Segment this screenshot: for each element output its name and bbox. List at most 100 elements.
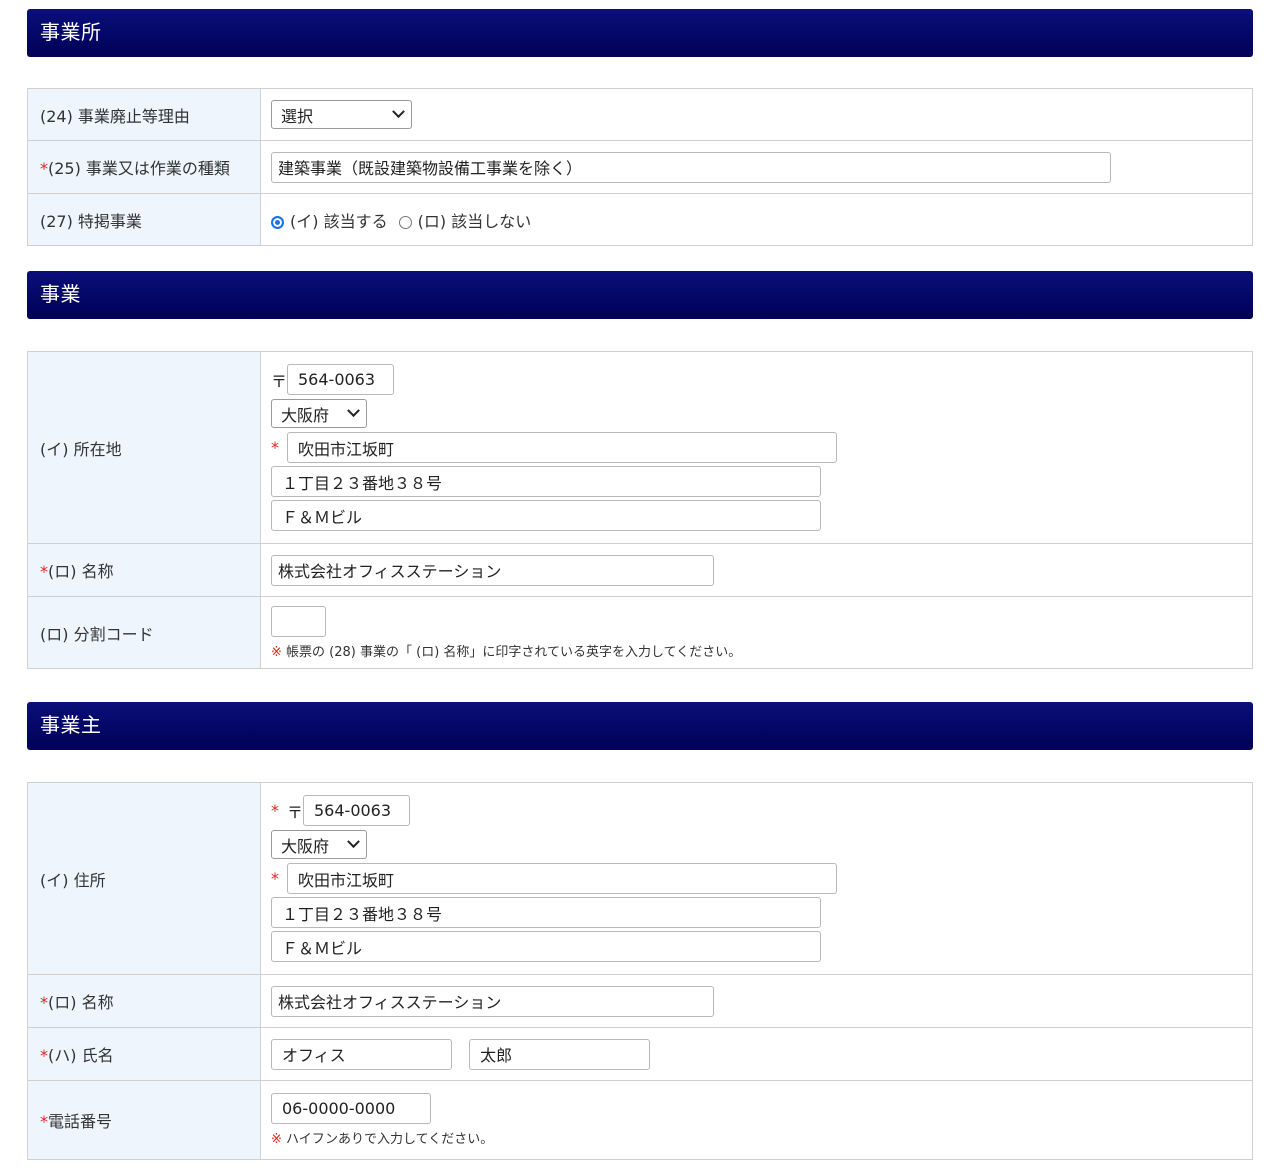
label-text: (ハ) 氏名 [48, 1046, 114, 1065]
label-location: (イ) 所在地 [27, 351, 261, 544]
note-text: 帳票の (28) 事業の「 (ロ) 名称」に印字されている英字を入力してください… [286, 644, 742, 660]
label-business-type: *(25) 事業又は作業の種類 [27, 140, 261, 194]
row-location: (イ) 所在地 〒 大阪府 * [27, 351, 1253, 544]
label-business-name: *(ロ) 名称 [27, 543, 261, 597]
address2-line [271, 499, 1252, 533]
value-special-business: (イ) 該当する (ロ) 該当しない [260, 193, 1253, 246]
city-line: * [271, 862, 1252, 896]
chevron-down-icon [347, 835, 360, 849]
label-owner-name: *(ロ) 名称 [27, 974, 261, 1028]
label-text: 電話番号 [48, 1112, 113, 1131]
row-owner-address: (イ) 住所 * 〒 大阪府 * [27, 782, 1253, 975]
chevron-down-icon [347, 404, 360, 418]
label-text: (24) 事業廃止等理由 [40, 106, 190, 126]
section-title: 事業所 [40, 20, 102, 44]
row-person-name: *(ハ) 氏名 [27, 1027, 1253, 1081]
note-text: ハイフンありで入力してください。 [286, 1132, 494, 1147]
label-division-code: (ロ) 分割コード [27, 596, 261, 669]
select-value: 選択 [281, 106, 314, 126]
prefecture-line: 大阪府 [271, 828, 1252, 862]
required-mark: * [40, 562, 48, 581]
radio-applicable[interactable] [271, 215, 284, 229]
section-header-office: 事業所 [27, 9, 1253, 57]
label-text: (イ) 住所 [40, 870, 106, 890]
row-special-business: (27) 特掲事業 (イ) 該当する (ロ) 該当しない [27, 193, 1253, 246]
radio-applicable-label[interactable]: (イ) 該当する [290, 212, 388, 231]
owner-name-input[interactable] [271, 985, 714, 1017]
row-phone: *電話番号 ※ ハイフンありで入力してください。 [27, 1080, 1253, 1160]
phone-note: ※ ハイフンありで入力してください。 [271, 1128, 1252, 1147]
label-owner-address: (イ) 住所 [27, 782, 261, 975]
required-mark: * [271, 869, 279, 888]
required-mark: * [271, 438, 279, 457]
business-address2-input[interactable] [271, 500, 821, 531]
owner-address1-input[interactable] [271, 897, 821, 928]
required-mark: * [40, 1112, 48, 1131]
value-phone: ※ ハイフンありで入力してください。 [260, 1080, 1253, 1160]
office-form-table: (24) 事業廃止等理由 選択 *(25) 事業又は作業の種類 (27) 特掲事… [27, 88, 1253, 246]
business-type-input[interactable] [271, 151, 1111, 183]
section-header-owner: 事業主 [27, 702, 1253, 750]
value-owner-address: * 〒 大阪府 * [260, 782, 1253, 975]
business-city-input[interactable] [287, 432, 837, 463]
business-prefecture-select[interactable]: 大阪府 [271, 399, 367, 428]
row-owner-name: *(ロ) 名称 [27, 974, 1253, 1028]
value-owner-name [260, 974, 1253, 1028]
row-closure-reason: (24) 事業廃止等理由 選択 [27, 88, 1253, 141]
city-line: * [271, 431, 1252, 465]
section-title: 事業 [40, 282, 81, 306]
label-closure-reason: (24) 事業廃止等理由 [27, 88, 261, 141]
select-value: 大阪府 [281, 836, 330, 856]
required-mark: * [271, 801, 279, 820]
section-title: 事業主 [40, 713, 102, 737]
label-text: (ロ) 名称 [48, 993, 114, 1012]
division-code-note: ※ 帳票の (28) 事業の「 (ロ) 名称」に印字されている英字を入力してくだ… [271, 641, 1252, 660]
business-postal-code-input[interactable] [287, 364, 394, 395]
value-closure-reason: 選択 [260, 88, 1253, 141]
label-text: (ロ) 分割コード [40, 624, 154, 644]
division-code-input[interactable] [271, 605, 326, 637]
postal-mark: 〒 [287, 802, 304, 822]
row-business-name: *(ロ) 名称 [27, 543, 1253, 597]
postal-line: 〒 [271, 363, 1252, 397]
label-special-business: (27) 特掲事業 [27, 193, 261, 246]
owner-city-input[interactable] [287, 863, 837, 894]
owner-prefecture-select[interactable]: 大阪府 [271, 830, 367, 859]
last-name-input[interactable] [271, 1038, 452, 1070]
business-address1-input[interactable] [271, 466, 821, 497]
label-text: (27) 特掲事業 [40, 211, 142, 231]
address2-line [271, 930, 1252, 964]
label-text: (25) 事業又は作業の種類 [48, 159, 230, 178]
required-mark: * [40, 993, 48, 1012]
value-location: 〒 大阪府 * [260, 351, 1253, 544]
first-name-input[interactable] [469, 1038, 651, 1070]
business-form-table: (イ) 所在地 〒 大阪府 * [27, 351, 1253, 669]
label-text: (イ) 所在地 [40, 439, 122, 459]
radio-not-applicable-label[interactable]: (ロ) 該当しない [418, 212, 532, 231]
radio-not-applicable[interactable] [398, 215, 412, 229]
required-mark: * [40, 1046, 48, 1065]
value-business-name [260, 543, 1253, 597]
owner-postal-code-input[interactable] [303, 795, 410, 826]
phone-input[interactable] [271, 1093, 431, 1124]
owner-address2-input[interactable] [271, 931, 821, 962]
value-person-name [260, 1027, 1253, 1081]
label-person-name: *(ハ) 氏名 [27, 1027, 261, 1081]
label-phone: *電話番号 [27, 1080, 261, 1160]
postal-mark: 〒 [271, 371, 288, 391]
select-value: 大阪府 [281, 405, 330, 425]
postal-line: * 〒 [271, 794, 1252, 828]
business-name-input[interactable] [271, 554, 714, 586]
note-mark: ※ [271, 1132, 282, 1147]
prefecture-line: 大阪府 [271, 397, 1252, 431]
chevron-down-icon [392, 105, 405, 119]
address1-line [271, 896, 1252, 930]
required-mark: * [40, 159, 48, 178]
owner-form-table: (イ) 住所 * 〒 大阪府 * [27, 782, 1253, 1160]
value-business-type [260, 140, 1253, 194]
closure-reason-select[interactable]: 選択 [271, 100, 412, 129]
value-division-code: ※ 帳票の (28) 事業の「 (ロ) 名称」に印字されている英字を入力してくだ… [260, 596, 1253, 669]
address1-line [271, 465, 1252, 499]
row-division-code: (ロ) 分割コード ※ 帳票の (28) 事業の「 (ロ) 名称」に印字されてい… [27, 596, 1253, 669]
row-business-type: *(25) 事業又は作業の種類 [27, 140, 1253, 194]
